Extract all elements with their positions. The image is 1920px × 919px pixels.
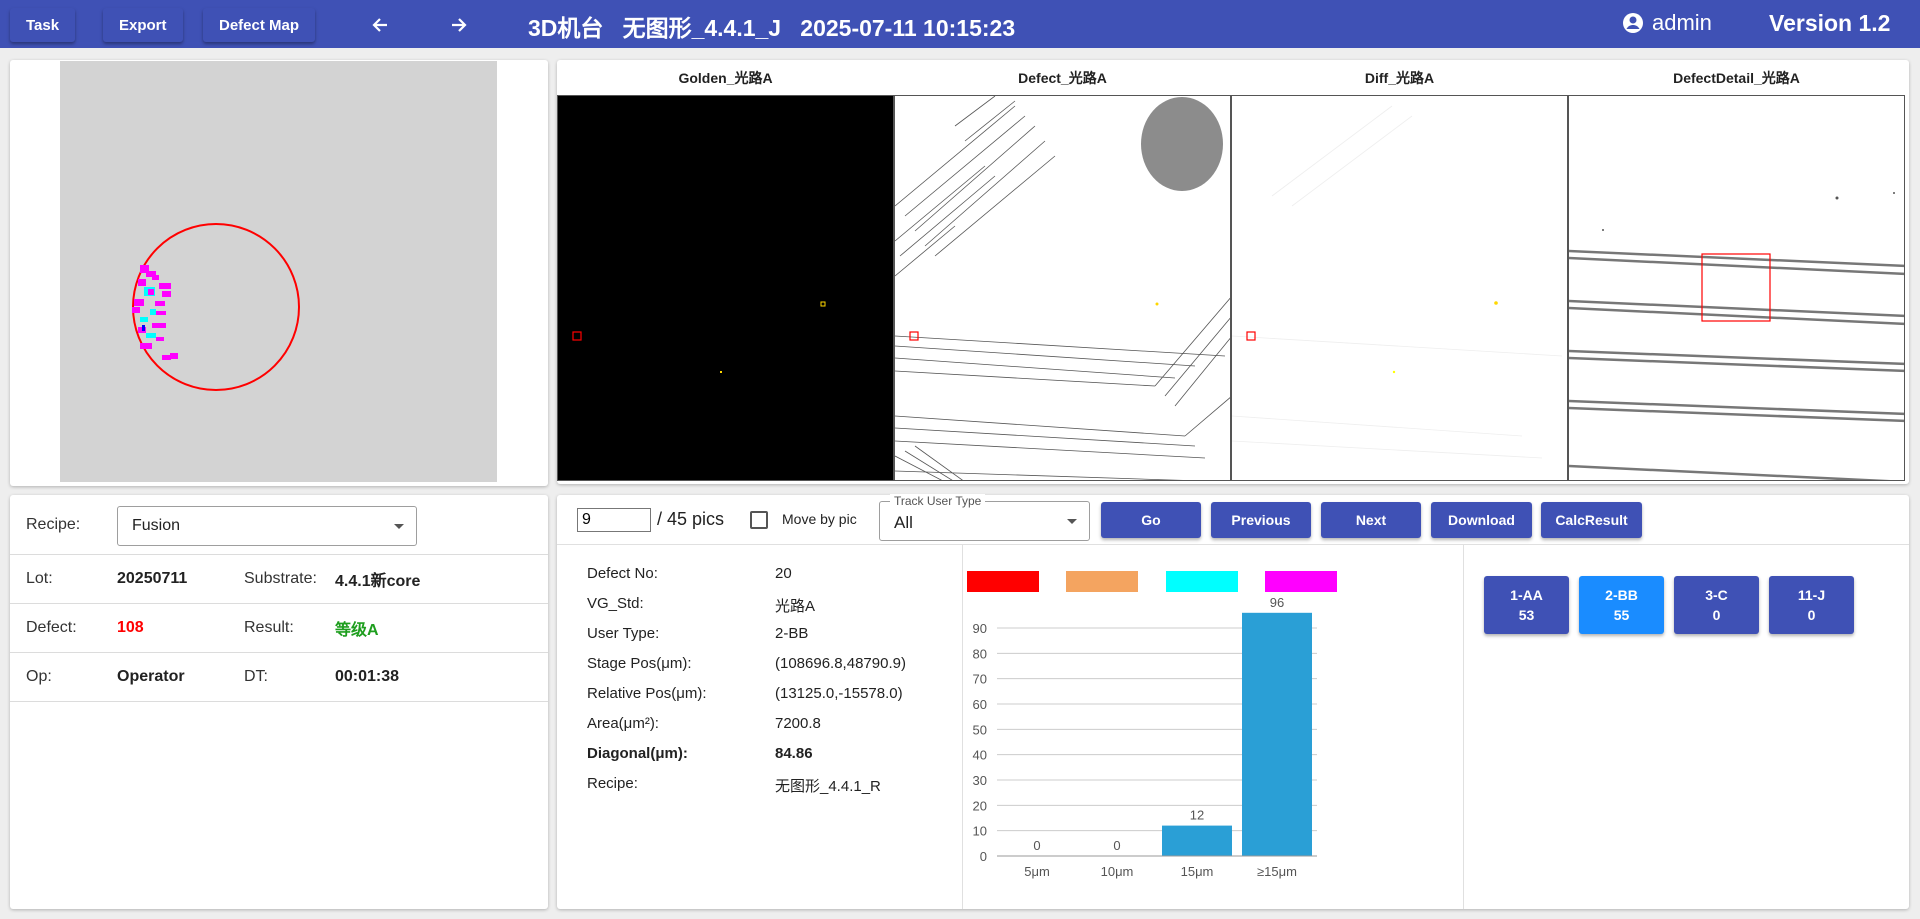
class-name: 3-C xyxy=(1705,587,1728,603)
detail-panel: / 45 pics Move by pic Track User Type Al… xyxy=(557,494,1909,909)
defect-label: Defect: xyxy=(26,619,77,636)
lot-label: Lot: xyxy=(26,570,53,587)
download-button[interactable]: Download xyxy=(1431,502,1532,538)
x-tick-label: 5μm xyxy=(1024,864,1050,879)
navigation-bar: / 45 pics Move by pic Track User Type Al… xyxy=(557,494,1909,545)
wafer-outline xyxy=(132,223,300,391)
page-title: 3D机台 无图形_4.4.1_J 2025-07-11 10:15:23 xyxy=(528,15,1016,41)
back-arrow-icon[interactable] xyxy=(365,10,395,40)
user-menu[interactable]: admin xyxy=(1622,10,1712,36)
class-count: 53 xyxy=(1518,607,1535,623)
data-label: 0 xyxy=(1113,838,1120,853)
x-tick-label: ≥15μm xyxy=(1257,864,1297,879)
result-label: Result: xyxy=(244,619,294,636)
forward-arrow-icon[interactable] xyxy=(444,10,474,40)
recipe-select[interactable]: Fusion xyxy=(117,506,417,546)
track-user-type-select[interactable]: Track User Type All xyxy=(879,494,1090,541)
class-button-1-aa[interactable]: 1-AA 53 xyxy=(1484,576,1569,634)
dt-label: DT: xyxy=(244,668,268,685)
defect-map-button[interactable]: Defect Map xyxy=(203,8,316,42)
page-number-input[interactable] xyxy=(577,508,651,532)
page-total: / 45 pics xyxy=(657,509,725,529)
info-panel: Recipe: Fusion Lot: 20250711 Substrate: … xyxy=(10,495,548,909)
data-label: 12 xyxy=(1190,808,1204,823)
bar xyxy=(1162,825,1232,856)
recipe-label: Recipe: xyxy=(26,515,81,533)
legend-swatch xyxy=(1265,571,1337,592)
substrate-label: Substrate: xyxy=(244,570,317,587)
task-button[interactable]: Task xyxy=(10,8,76,42)
track-user-type-label: Track User Type xyxy=(890,494,986,508)
move-by-pic-checkbox[interactable] xyxy=(750,511,768,529)
track-user-type-value: All xyxy=(894,513,913,532)
class-name: 2-BB xyxy=(1605,587,1638,603)
golden-image[interactable] xyxy=(557,95,894,481)
data-label: 0 xyxy=(1033,838,1040,853)
class-count: 0 xyxy=(1807,607,1816,623)
class-name: 11-J xyxy=(1797,587,1826,603)
lot-row: Lot: 20250711 Substrate: 4.4.1新core xyxy=(10,555,548,604)
lot-value: 20250711 xyxy=(117,570,188,587)
result-value: 等级A xyxy=(335,622,379,639)
diff-title: Diff_光路A xyxy=(1364,70,1435,86)
legend-swatch xyxy=(1166,571,1238,592)
defect-detail-image[interactable] xyxy=(1568,95,1905,481)
account-icon xyxy=(1623,13,1643,33)
wafer-map-panel xyxy=(10,60,548,486)
export-button[interactable]: Export xyxy=(103,8,183,42)
dt-value: 00:01:38 xyxy=(335,668,400,685)
class-name: 1-AA xyxy=(1510,587,1543,603)
calcresult-button[interactable]: CalcResult xyxy=(1541,502,1642,538)
defect-size-chart: 0 10 20 30 40 50 60 70 80 90 0 5μm 0 10μm 12 15μm 96 ≥15μ… xyxy=(967,571,1337,879)
y-tick-label: 70 xyxy=(973,672,987,687)
legend-swatch xyxy=(1066,571,1138,592)
y-tick-label: 50 xyxy=(973,722,987,737)
recipe-value: Fusion xyxy=(132,517,181,534)
y-tick-label: 60 xyxy=(973,697,987,712)
y-tick-label: 90 xyxy=(973,621,987,636)
version-label: Version 1.2 xyxy=(1769,10,1891,36)
y-tick-label: 30 xyxy=(973,773,987,788)
op-row: Op: Operator DT: 00:01:38 xyxy=(10,653,548,702)
diff-image[interactable] xyxy=(1231,95,1568,481)
defect-row: Defect: 108 Result: 等级A xyxy=(10,604,548,653)
legend-swatch xyxy=(967,571,1039,592)
y-tick-label: 0 xyxy=(980,849,987,864)
defect-title: Defect_光路A xyxy=(1018,70,1107,86)
defect-markers xyxy=(132,265,178,360)
substrate-value: 4.4.1新core xyxy=(335,573,421,590)
previous-button[interactable]: Previous xyxy=(1211,502,1311,538)
images-panel: Golden_光路A Defect_光路A Diff_光路A DefectDet… xyxy=(557,60,1909,484)
defect-count: 108 xyxy=(117,619,144,636)
x-tick-label: 10μm xyxy=(1101,864,1134,879)
caret-down-icon xyxy=(394,524,404,529)
op-label: Op: xyxy=(26,668,52,685)
y-tick-label: 40 xyxy=(973,748,987,763)
next-button[interactable]: Next xyxy=(1321,502,1421,538)
detail-title: DefectDetail_光路A xyxy=(1673,70,1800,86)
bar xyxy=(1242,612,1312,856)
op-value: Operator xyxy=(117,668,185,685)
y-tick-label: 80 xyxy=(973,646,987,661)
class-button-2-bb[interactable]: 2-BB 55 xyxy=(1579,576,1664,634)
top-bar: Task Export Defect Map 3D机台 无图形_4.4.1_J … xyxy=(0,0,1920,48)
class-button-3-c[interactable]: 3-C 0 xyxy=(1674,576,1759,634)
wafer-map[interactable] xyxy=(60,61,497,482)
class-count: 55 xyxy=(1613,607,1630,623)
class-count: 0 xyxy=(1712,607,1721,623)
golden-title: Golden_光路A xyxy=(678,70,773,86)
move-by-pic-label: Move by pic xyxy=(782,511,857,527)
divider xyxy=(1463,545,1464,909)
x-tick-label: 15μm xyxy=(1181,864,1214,879)
username: admin xyxy=(1652,10,1712,35)
y-tick-label: 20 xyxy=(973,798,987,813)
go-button[interactable]: Go xyxy=(1101,502,1201,538)
y-tick-label: 10 xyxy=(973,824,987,839)
caret-down-icon xyxy=(1067,519,1077,524)
recipe-row: Recipe: Fusion xyxy=(10,495,548,555)
class-button-11-j[interactable]: 11-J 0 xyxy=(1769,576,1854,634)
data-label: 96 xyxy=(1270,595,1284,610)
defect-image[interactable] xyxy=(894,95,1231,481)
